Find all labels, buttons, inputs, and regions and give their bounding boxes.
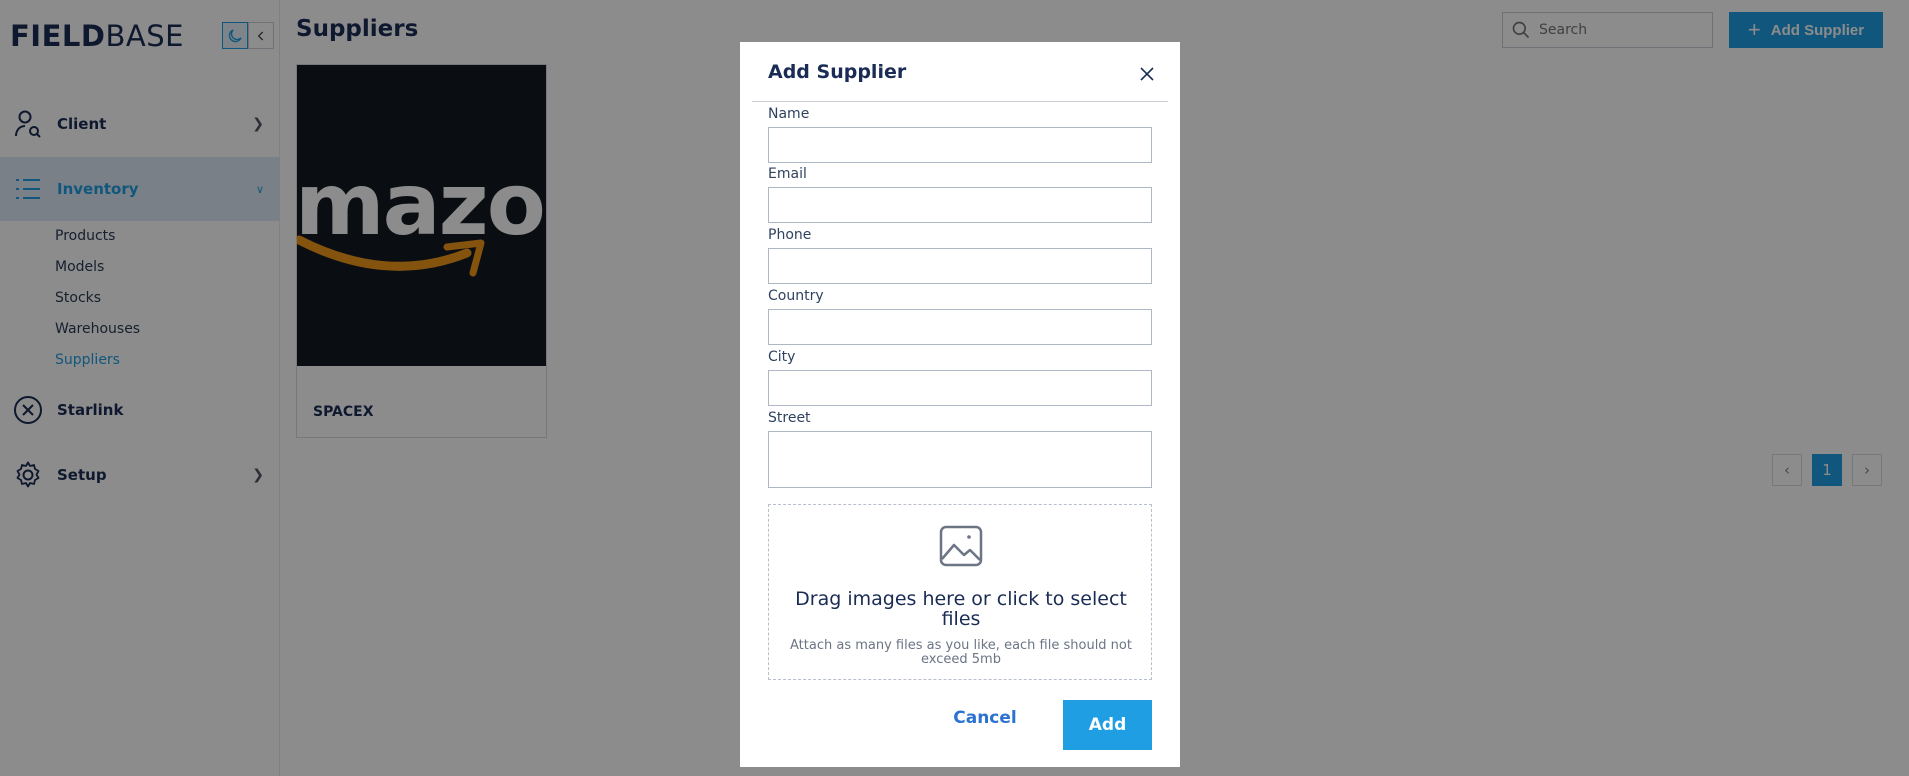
dialog-divider [752, 101, 1168, 102]
street-label: Street [768, 410, 811, 426]
email-label: Email [768, 166, 807, 182]
image-icon [939, 525, 983, 567]
city-label: City [768, 349, 796, 365]
phone-field[interactable] [768, 248, 1152, 284]
email-field[interactable] [768, 187, 1152, 223]
country-field[interactable] [768, 309, 1152, 345]
phone-label: Phone [768, 227, 812, 243]
name-label: Name [768, 106, 810, 122]
country-label: Country [768, 288, 824, 304]
name-field[interactable] [768, 127, 1152, 163]
cancel-button[interactable]: Cancel [948, 700, 1022, 736]
image-dropzone[interactable]: Drag images here or click to select file… [768, 504, 1152, 680]
city-field[interactable] [768, 370, 1152, 406]
dropzone-hint: Attach as many files as you like, each f… [790, 638, 1132, 667]
add-button[interactable]: Add [1063, 700, 1152, 750]
dialog-title: Add Supplier [768, 61, 907, 83]
street-field[interactable] [768, 431, 1152, 488]
close-icon [1140, 67, 1154, 81]
add-supplier-dialog: Add Supplier Name Email Phone Country Ci… [740, 42, 1180, 767]
dropzone-title: Drag images here or click to select file… [795, 588, 1127, 630]
close-button[interactable] [1133, 60, 1161, 88]
